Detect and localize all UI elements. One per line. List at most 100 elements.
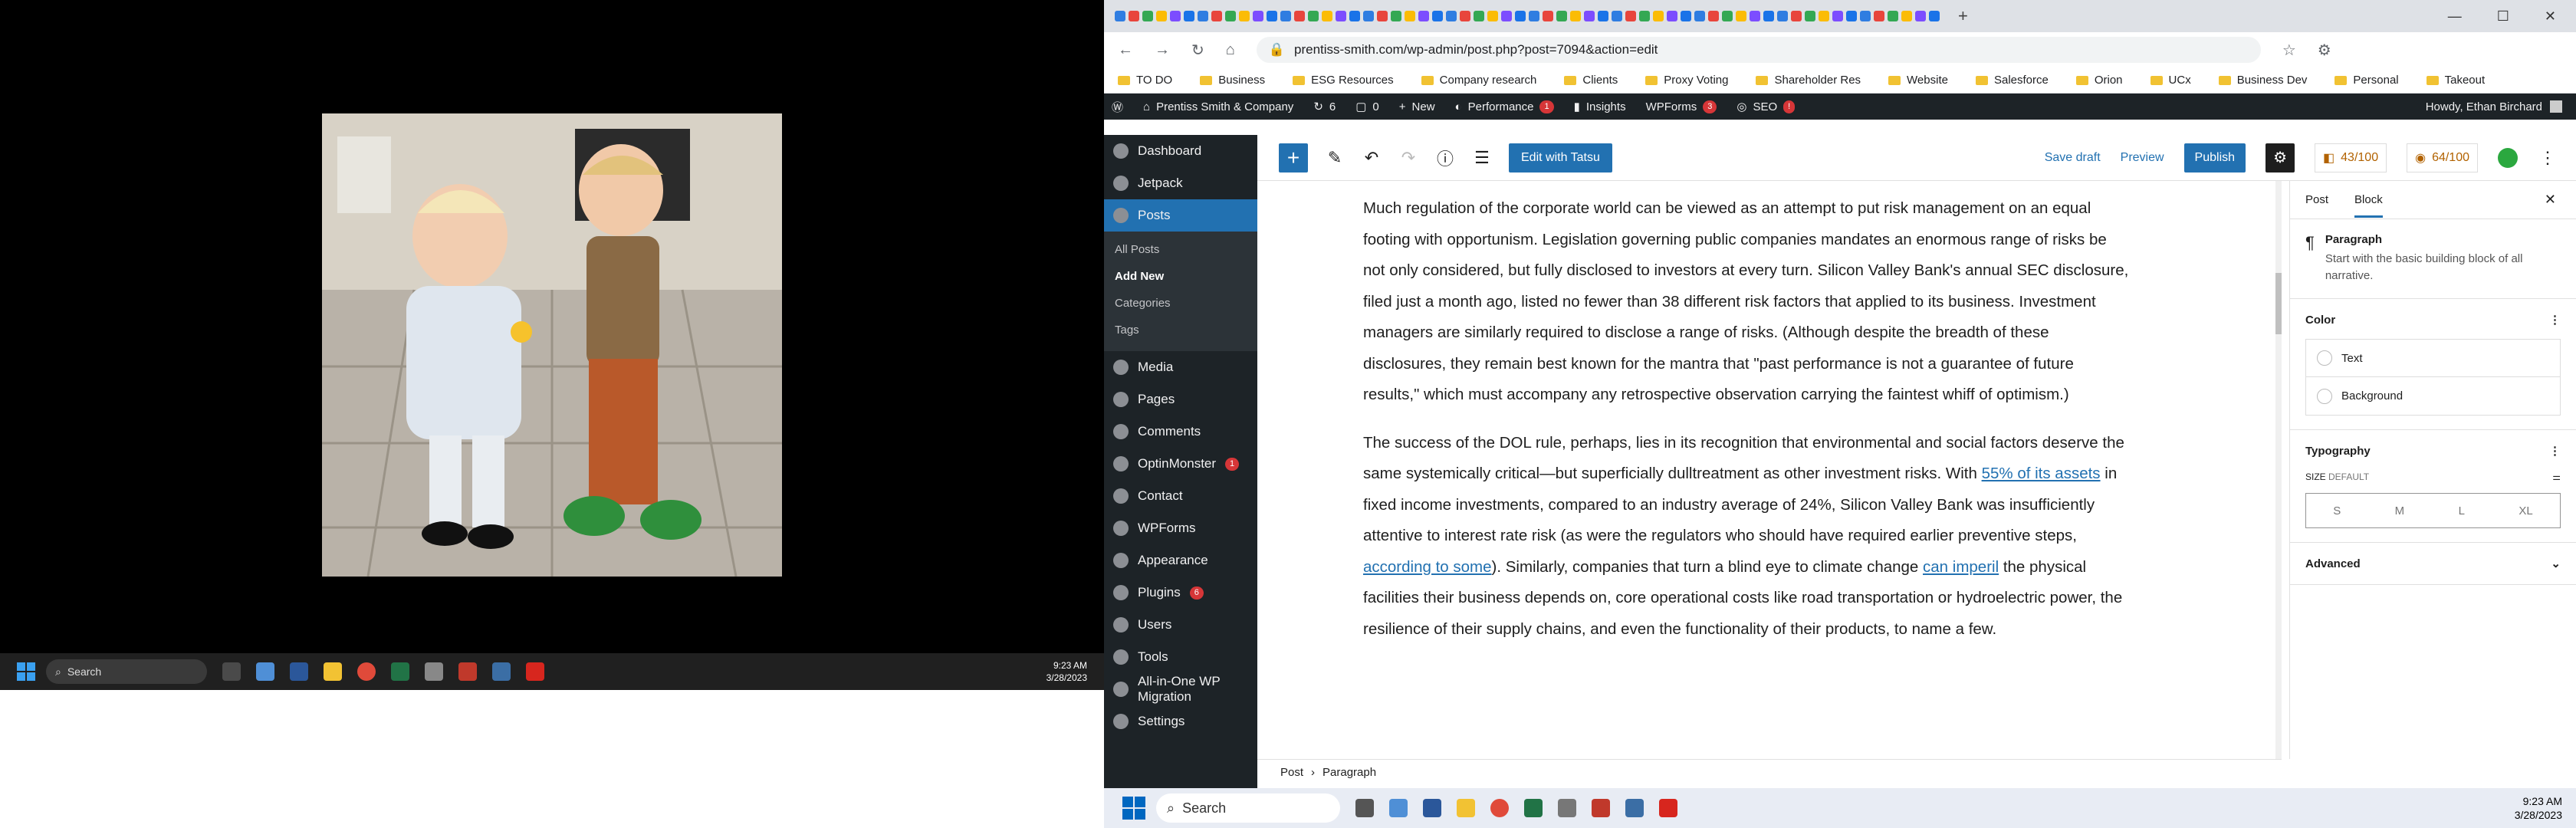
tab-favicon[interactable] bbox=[1805, 11, 1815, 21]
forward-icon[interactable]: → bbox=[1155, 41, 1170, 59]
tab-favicon[interactable] bbox=[1198, 11, 1208, 21]
font-size-option[interactable]: M bbox=[2395, 504, 2405, 518]
tab-favicon[interactable] bbox=[1446, 11, 1457, 21]
bookmark-item[interactable]: Business Dev bbox=[2218, 74, 2307, 87]
comments-link[interactable]: ▢ 0 bbox=[1355, 100, 1379, 114]
bookmark-item[interactable]: TO DO bbox=[1118, 74, 1172, 87]
edit-with-tatsu-button[interactable]: Edit with Tatsu bbox=[1509, 143, 1612, 172]
insights-link[interactable]: ▮ Insights bbox=[1574, 100, 1626, 114]
calculator-icon[interactable] bbox=[1625, 799, 1644, 817]
tab-favicon[interactable] bbox=[1888, 11, 1898, 21]
back-icon[interactable]: ← bbox=[1118, 41, 1133, 59]
minimize-icon[interactable]: — bbox=[2448, 8, 2462, 25]
link-assets[interactable]: 55% of its assets bbox=[1982, 465, 2101, 482]
sidebar-item[interactable]: Pages bbox=[1104, 383, 1257, 416]
bookmark-item[interactable]: Website bbox=[1888, 74, 1948, 87]
tab-favicon[interactable] bbox=[1391, 11, 1401, 21]
sliders-icon[interactable]: ⚌ bbox=[2552, 472, 2561, 482]
close-icon[interactable]: ✕ bbox=[2545, 192, 2556, 208]
task-view-icon[interactable] bbox=[1355, 799, 1374, 817]
save-draft-button[interactable]: Save draft bbox=[2045, 151, 2101, 165]
tab-favicon[interactable] bbox=[1860, 11, 1871, 21]
submenu-item[interactable]: Add New bbox=[1104, 263, 1257, 290]
tab-favicon[interactable] bbox=[1625, 11, 1636, 21]
undo-icon[interactable]: ↶ bbox=[1362, 148, 1382, 168]
tab-favicon[interactable] bbox=[1336, 11, 1346, 21]
more-options-icon[interactable]: ⋮ bbox=[2549, 444, 2561, 458]
settings-icon[interactable] bbox=[1558, 799, 1576, 817]
tab-favicon[interactable] bbox=[1363, 11, 1374, 21]
paragraph-block-selected[interactable]: The success of the DOL rule, perhaps, li… bbox=[1363, 428, 2130, 646]
submenu-item[interactable]: All Posts bbox=[1104, 236, 1257, 263]
sidebar-item[interactable]: WPForms bbox=[1104, 512, 1257, 544]
more-options-icon[interactable]: ⋮ bbox=[2549, 313, 2561, 327]
weather-icon[interactable] bbox=[256, 662, 274, 681]
paragraph-block[interactable]: Much regulation of the corporate world c… bbox=[1363, 193, 2130, 411]
tab-favicon[interactable] bbox=[1377, 11, 1388, 21]
file-explorer-icon[interactable] bbox=[324, 662, 342, 681]
breadcrumb-post[interactable]: Post bbox=[1280, 766, 1303, 779]
sidebar-item[interactable]: Appearance bbox=[1104, 544, 1257, 577]
excel-icon[interactable] bbox=[391, 662, 409, 681]
close-icon[interactable]: ✕ bbox=[2545, 8, 2556, 25]
chrome-icon[interactable] bbox=[1490, 799, 1509, 817]
tab-favicon[interactable] bbox=[1722, 11, 1733, 21]
bookmark-item[interactable]: Takeout bbox=[2426, 74, 2485, 87]
tab-favicon[interactable] bbox=[1487, 11, 1498, 21]
tab-favicon[interactable] bbox=[1639, 11, 1650, 21]
tab-favicon[interactable] bbox=[1294, 11, 1305, 21]
sidebar-item[interactable]: Media bbox=[1104, 351, 1257, 383]
publish-button[interactable]: Publish bbox=[2183, 143, 2246, 172]
submenu-item[interactable]: Tags bbox=[1104, 317, 1257, 343]
wpforms-link[interactable]: WPForms 3 bbox=[1646, 100, 1717, 113]
performance-link[interactable]: ◐ Performance 1 bbox=[1455, 100, 1554, 113]
windows-start-button[interactable] bbox=[17, 662, 35, 681]
sidebar-item[interactable]: Jetpack bbox=[1104, 167, 1257, 199]
bookmark-item[interactable]: Salesforce bbox=[1975, 74, 2049, 87]
sidebar-item[interactable]: Tools bbox=[1104, 641, 1257, 673]
tab-favicon[interactable] bbox=[1322, 11, 1332, 21]
advanced-section[interactable]: Advanced ⌄ bbox=[2290, 543, 2576, 585]
url-bar[interactable]: 🔒 prentiss-smith.com/wp-admin/post.php?po… bbox=[1256, 37, 2261, 63]
tab-favicon[interactable] bbox=[1694, 11, 1705, 21]
task-view-icon[interactable] bbox=[222, 662, 241, 681]
tab-favicon[interactable] bbox=[1901, 11, 1912, 21]
sidebar-item[interactable]: All-in-One WP Migration bbox=[1104, 673, 1257, 705]
sidebar-item[interactable]: Comments bbox=[1104, 416, 1257, 448]
preview-button[interactable]: Preview bbox=[2121, 151, 2164, 165]
tab-favicon[interactable] bbox=[1584, 11, 1595, 21]
bookmark-item[interactable]: UCx bbox=[2150, 74, 2191, 87]
pencil-icon[interactable]: ✎ bbox=[1325, 148, 1345, 168]
taskbar-search[interactable]: ⌕ Search bbox=[1156, 794, 1340, 823]
tab-favicon[interactable] bbox=[1418, 11, 1429, 21]
tab-favicon[interactable] bbox=[1460, 11, 1470, 21]
tab-post[interactable]: Post bbox=[2305, 193, 2328, 206]
updates-link[interactable]: ↻ 6 bbox=[1313, 100, 1336, 114]
tab-favicon[interactable] bbox=[1211, 11, 1222, 21]
tab-favicon[interactable] bbox=[1267, 11, 1277, 21]
list-view-icon[interactable]: ☰ bbox=[1472, 148, 1492, 168]
word-icon[interactable] bbox=[290, 662, 308, 681]
bookmark-item[interactable]: Company research bbox=[1421, 74, 1536, 87]
tab-favicon[interactable] bbox=[1280, 11, 1291, 21]
font-size-option[interactable]: S bbox=[2333, 504, 2341, 518]
tab-favicon[interactable] bbox=[1405, 11, 1415, 21]
extensions-icon[interactable]: ⚙ bbox=[2318, 41, 2331, 60]
app-icon[interactable] bbox=[458, 662, 477, 681]
jetpack-icon[interactable] bbox=[2498, 147, 2518, 168]
bookmark-item[interactable]: Personal bbox=[2334, 74, 2399, 87]
tab-favicon[interactable] bbox=[1239, 11, 1250, 21]
breadcrumb-paragraph[interactable]: Paragraph bbox=[1322, 766, 1376, 779]
sidebar-item[interactable]: Dashboard bbox=[1104, 135, 1257, 167]
tab-favicon[interactable] bbox=[1225, 11, 1236, 21]
tab-favicon[interactable] bbox=[1556, 11, 1567, 21]
font-size-option[interactable]: L bbox=[2459, 504, 2465, 518]
reload-icon[interactable]: ↻ bbox=[1191, 41, 1204, 60]
tab-favicon[interactable] bbox=[1570, 11, 1581, 21]
sidebar-item[interactable]: Plugins 6 bbox=[1104, 577, 1257, 609]
tab-favicon[interactable] bbox=[1763, 11, 1774, 21]
tab-favicon[interactable] bbox=[1142, 11, 1153, 21]
font-size-option[interactable]: XL bbox=[2518, 504, 2532, 518]
tab-favicon[interactable] bbox=[1832, 11, 1843, 21]
tab-favicon[interactable] bbox=[1777, 11, 1788, 21]
